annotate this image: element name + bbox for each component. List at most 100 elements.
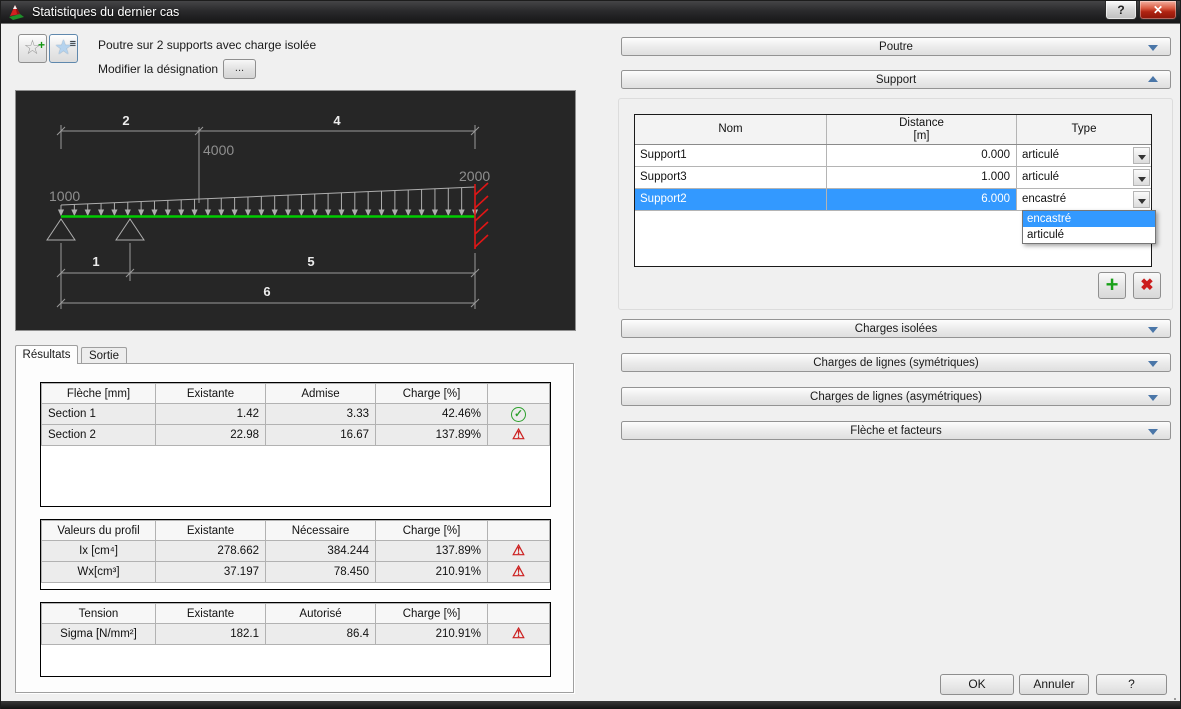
chevron-down-icon xyxy=(1148,45,1158,51)
chevron-down-icon xyxy=(1148,361,1158,367)
favorite-add-button[interactable]: ☆ + xyxy=(18,34,47,63)
dim-label-1: 1 xyxy=(92,254,99,269)
status-icon: ⚠ xyxy=(512,427,525,443)
combo-dropdown-button[interactable] xyxy=(1133,169,1150,186)
status-icon: ⚠ xyxy=(512,626,525,642)
ok-button[interactable]: OK xyxy=(940,674,1014,695)
dim-label-4000: 4000 xyxy=(203,142,234,158)
window-title: Statistiques du dernier cas xyxy=(32,5,179,19)
type-combobox-open[interactable]: encastré xyxy=(1017,189,1151,210)
title-bar: Statistiques du dernier cas ? ✕ xyxy=(1,1,1180,24)
dropdown-arrow-icon xyxy=(1138,177,1146,182)
dialog-window: Statistiques du dernier cas ? ✕ ☆ + ★ ≡ … xyxy=(0,0,1181,709)
combo-dropdown-button[interactable] xyxy=(1133,147,1150,164)
support-table-header: Nom Distance [m] Type xyxy=(635,115,1151,145)
col-header-type: Type xyxy=(1072,123,1097,136)
results-tab-page: Flèche [mm] Existante Admise Charge [%] … xyxy=(15,363,574,693)
modify-designation-label: Modifier la désignation xyxy=(98,62,218,76)
profile-table: Valeurs du profil Existante Nécessaire C… xyxy=(41,520,550,583)
col-header: Existante xyxy=(156,384,266,404)
favorite-menu-button[interactable]: ★ ≡ xyxy=(49,34,78,63)
titlebar-close-button[interactable]: ✕ xyxy=(1139,1,1177,20)
tension-table: Tension Existante Autorisé Charge [%] Si… xyxy=(41,603,550,645)
accordion-label: Charges isolées xyxy=(855,323,937,335)
accordion-label: Charges de lignes (symétriques) xyxy=(813,357,979,369)
plus-icon: + xyxy=(38,32,45,59)
tab-sortie[interactable]: Sortie xyxy=(81,347,127,364)
add-support-button[interactable]: + xyxy=(1098,272,1126,299)
table-row[interactable]: Ix [cm⁴] 278.662 384.244 137.89% ⚠ xyxy=(42,541,550,562)
col-header-status xyxy=(488,521,550,541)
type-dropdown-list: encastré articulé xyxy=(1022,210,1156,244)
dropdown-option-encastre[interactable]: encastré xyxy=(1023,211,1155,227)
chevron-down-icon xyxy=(1148,327,1158,333)
col-header: Existante xyxy=(156,521,266,541)
dim-label-4: 4 xyxy=(333,113,341,128)
app-icon xyxy=(8,4,25,20)
help-button[interactable]: ? xyxy=(1096,674,1167,695)
accordion-charges-lignes-sym[interactable]: Charges de lignes (symétriques) xyxy=(621,353,1171,372)
dropdown-option-articule[interactable]: articulé xyxy=(1023,227,1155,243)
dim-label-5: 5 xyxy=(307,254,314,269)
accordion-label: Support xyxy=(876,74,916,86)
col-header: Charge [%] xyxy=(376,604,488,624)
col-header-status xyxy=(488,384,550,404)
accordion-poutre[interactable]: Poutre xyxy=(621,37,1171,56)
table-row[interactable]: Sigma [N/mm²] 182.1 86.4 210.91% ⚠ xyxy=(42,624,550,645)
beam-diagram-canvas: 2 4 4000 1000 2000 xyxy=(15,90,576,331)
delete-support-button[interactable]: ✖ xyxy=(1133,272,1161,299)
pinned-support-2 xyxy=(116,219,144,240)
dim-label-6: 6 xyxy=(263,284,270,299)
beam-diagram: 2 4 4000 1000 2000 xyxy=(16,91,575,330)
col-header: Existante xyxy=(156,604,266,624)
col-header-distance: Distance xyxy=(899,117,944,130)
col-header-distance-unit: [m] xyxy=(914,130,930,143)
browse-button[interactable]: ... xyxy=(223,59,256,79)
table-row[interactable]: Section 1 1.42 3.33 42.46% ✓ xyxy=(42,404,550,425)
accordion-fleche-facteurs[interactable]: Flèche et facteurs xyxy=(621,421,1171,440)
load-label-2000: 2000 xyxy=(459,168,490,184)
dropdown-arrow-icon xyxy=(1138,199,1146,204)
col-header: Autorisé xyxy=(266,604,376,624)
accordion-charges-isolees[interactable]: Charges isolées xyxy=(621,319,1171,338)
type-combobox[interactable]: articulé xyxy=(1017,167,1151,188)
dropdown-arrow-icon xyxy=(1138,155,1146,160)
col-header-status xyxy=(488,604,550,624)
accordion-label: Charges de lignes (asymétriques) xyxy=(810,391,982,403)
accordion-charges-lignes-asym[interactable]: Charges de lignes (asymétriques) xyxy=(621,387,1171,406)
menu-lines-icon: ≡ xyxy=(70,31,76,58)
support-table: Nom Distance [m] Type Support1 0.000 art… xyxy=(634,114,1152,267)
col-header: Valeurs du profil xyxy=(42,521,156,541)
dim-label-2: 2 xyxy=(122,113,129,128)
table-row[interactable]: Section 2 22.98 16.67 137.89% ⚠ xyxy=(42,425,550,446)
col-header: Flèche [mm] xyxy=(42,384,156,404)
titlebar-help-button[interactable]: ? xyxy=(1105,1,1137,20)
accordion-label: Flèche et facteurs xyxy=(850,425,941,437)
accordion-label: Poutre xyxy=(879,41,913,53)
col-header: Admise xyxy=(266,384,376,404)
col-header: Charge [%] xyxy=(376,384,488,404)
col-header: Tension xyxy=(42,604,156,624)
cancel-button[interactable]: Annuler xyxy=(1019,674,1089,695)
type-combobox[interactable]: articulé xyxy=(1017,145,1151,166)
profile-table-box: Valeurs du profil Existante Nécessaire C… xyxy=(40,519,551,590)
status-icon: ⚠ xyxy=(512,543,525,559)
deflection-table-box: Flèche [mm] Existante Admise Charge [%] … xyxy=(40,382,551,507)
table-row[interactable]: Wx[cm³] 37.197 78.450 210.91% ⚠ xyxy=(42,562,550,583)
support-row-1[interactable]: Support1 0.000 articulé xyxy=(635,145,1151,167)
status-icon: ⚠ xyxy=(512,564,525,580)
case-designation: Poutre sur 2 supports avec charge isolée xyxy=(98,38,316,52)
support-row-2[interactable]: Support3 1.000 articulé xyxy=(635,167,1151,189)
col-header: Nécessaire xyxy=(266,521,376,541)
accordion-support[interactable]: Support xyxy=(621,70,1171,89)
tension-table-box: Tension Existante Autorisé Charge [%] Si… xyxy=(40,602,551,677)
load-label-1000: 1000 xyxy=(49,188,80,204)
chevron-down-icon xyxy=(1148,429,1158,435)
chevron-down-icon xyxy=(1148,395,1158,401)
support-row-3-selected[interactable]: Support2 6.000 encastré xyxy=(635,189,1151,211)
col-header-nom: Nom xyxy=(718,123,742,136)
status-icon: ✓ xyxy=(511,407,526,422)
combo-dropdown-button[interactable] xyxy=(1133,191,1150,208)
chevron-up-icon xyxy=(1148,76,1158,82)
tab-resultats[interactable]: Résultats xyxy=(15,345,78,364)
